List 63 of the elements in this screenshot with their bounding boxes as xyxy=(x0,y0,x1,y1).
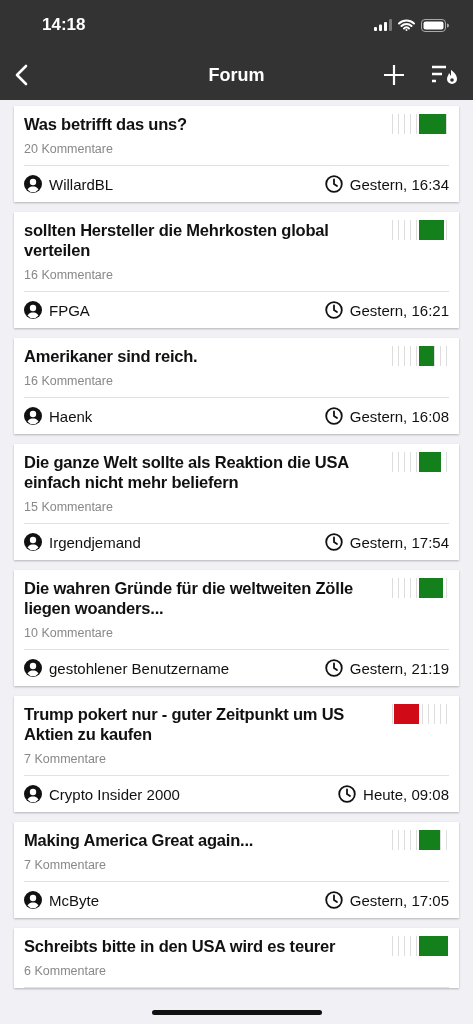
author-name: Crypto Insider 2000 xyxy=(49,785,180,803)
plus-icon xyxy=(383,64,405,86)
post-time: Heute, 09:08 xyxy=(363,785,449,803)
topic-title: sollten Hersteller die Mehrkosten global verteilen xyxy=(24,220,330,260)
sort-button[interactable] xyxy=(431,64,459,86)
status-time: 14:18 xyxy=(42,15,87,35)
post-time: Gestern, 21:19 xyxy=(349,659,449,677)
author-name: FPGA xyxy=(49,301,90,319)
topic-title: Schreibts bitte in den USA wird es teurer xyxy=(24,936,337,956)
topic-card[interactable]: Die wahren Gründe für die weltweiten Zölle liegen woanders... 10 Kommentare gestohlener Benutzername Gestern, 21:19 xyxy=(14,570,459,686)
clock-icon xyxy=(324,533,343,551)
signal-icon xyxy=(374,19,392,31)
back-icon xyxy=(14,64,28,86)
author-name: gestohlener Benutzername xyxy=(49,659,230,677)
list-flame-icon xyxy=(431,64,459,86)
comment-count: 16 Kommentare xyxy=(24,374,449,398)
add-button[interactable] xyxy=(383,64,405,86)
topic-card[interactable]: Amerikaner sind reich. 16 Kommentare Haenk Gestern, 16:08 xyxy=(14,338,459,434)
clock-icon xyxy=(324,659,343,677)
screen-title: Forum xyxy=(208,64,265,85)
comment-count: 6 Kommentare xyxy=(24,964,449,988)
author-name: McByte xyxy=(49,891,99,909)
clock-icon xyxy=(324,301,343,319)
topic-title: Die ganze Welt sollte als Reaktion die USA einfach nicht mehr beliefern xyxy=(24,452,350,492)
clock-icon xyxy=(324,407,343,425)
user-icon xyxy=(24,891,42,909)
comment-count: 20 Kommentare xyxy=(24,142,449,166)
wifi-icon xyxy=(398,19,415,31)
topic-title: Was betrifft das uns? xyxy=(24,114,188,134)
user-icon xyxy=(24,175,42,193)
comment-count: 15 Kommentare xyxy=(24,500,449,524)
user-icon xyxy=(24,533,42,551)
back-button[interactable] xyxy=(14,64,28,86)
post-time: Gestern, 17:05 xyxy=(349,891,449,909)
comment-count: 7 Kommentare xyxy=(24,752,449,776)
comment-count: 10 Kommentare xyxy=(24,626,449,650)
topic-card[interactable]: Schreibts bitte in den USA wird es teurer 6 Kommentare xyxy=(14,928,459,988)
clock-icon xyxy=(324,175,343,193)
topic-card[interactable]: Die ganze Welt sollte als Reaktion die USA einfach nicht mehr beliefern 15 Kommentare Irgendjemand Gestern, 17:54 xyxy=(14,444,459,560)
post-time: Gestern, 16:21 xyxy=(349,301,449,319)
topic-title: Amerikaner sind reich. xyxy=(24,346,199,366)
user-icon xyxy=(24,407,42,425)
topic-title: Trump pokert nur - guter Zeitpunkt um US Aktien zu kaufen xyxy=(24,704,346,744)
post-time: Gestern, 16:08 xyxy=(349,407,449,425)
clock-icon xyxy=(324,891,343,909)
topic-card[interactable]: Trump pokert nur - guter Zeitpunkt um US Aktien zu kaufen 7 Kommentare Crypto Insider 2000 Heute, 09:08 xyxy=(14,696,459,812)
post-time: Gestern, 17:54 xyxy=(349,533,449,551)
topic-title: Making America Great again... xyxy=(24,830,255,850)
battery-icon xyxy=(421,18,449,32)
comment-count: 16 Kommentare xyxy=(24,268,449,292)
clock-icon xyxy=(338,785,357,803)
topic-card[interactable]: Making America Great again... 7 Kommentare McByte Gestern, 17:05 xyxy=(14,822,459,918)
user-icon xyxy=(24,659,42,677)
author-name: Irgendjemand xyxy=(49,533,141,551)
topic-title: Die wahren Gründe für die weltweiten Zölle liegen woanders... xyxy=(24,578,354,618)
post-time: Gestern, 16:34 xyxy=(349,175,449,193)
topic-card[interactable]: Was betrifft das uns? 20 Kommentare WillardBL Gestern, 16:34 xyxy=(14,106,459,202)
user-icon xyxy=(24,785,42,803)
author-name: Haenk xyxy=(49,407,93,425)
author-name: WillardBL xyxy=(49,175,114,193)
topic-card[interactable]: sollten Hersteller die Mehrkosten global verteilen 16 Kommentare FPGA Gestern, 16:21 xyxy=(14,212,459,328)
user-icon xyxy=(24,301,42,319)
comment-count: 7 Kommentare xyxy=(24,858,449,882)
